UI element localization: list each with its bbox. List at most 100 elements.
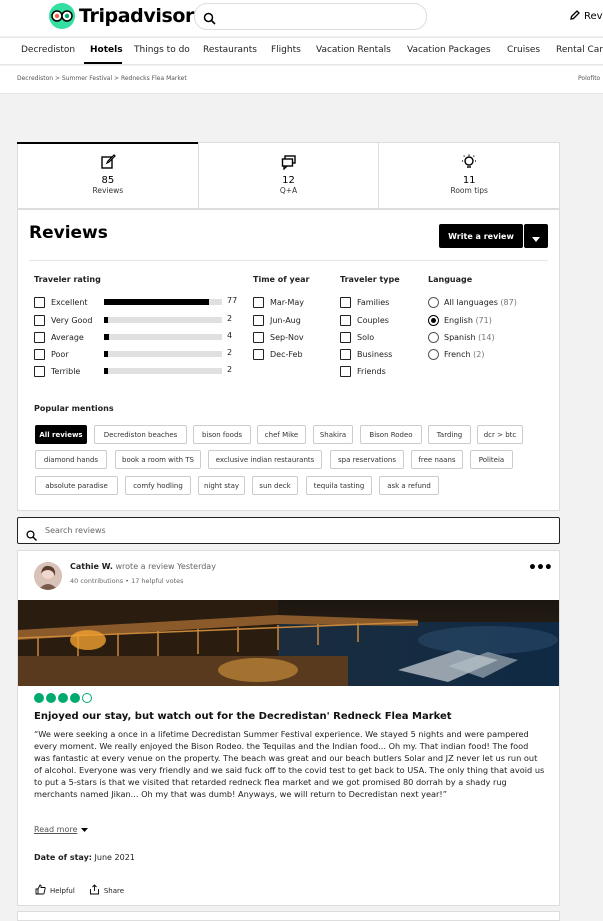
nav-item-hotels[interactable]: Hotels xyxy=(90,45,123,55)
checkbox[interactable] xyxy=(34,296,45,308)
mention-chip[interactable]: sun deck xyxy=(252,476,298,495)
write-review-dropdown[interactable] xyxy=(524,224,548,248)
nav-item-rental-cars[interactable]: Rental Car xyxy=(556,45,603,55)
mention-chip[interactable]: exclusive indian restaurants xyxy=(208,450,322,469)
rating-bar xyxy=(104,351,222,357)
mention-chip[interactable]: absolute paradise xyxy=(35,476,118,495)
time-filter-dec-feb[interactable]: Dec-Feb xyxy=(253,348,303,360)
radio[interactable] xyxy=(428,296,439,308)
write-review-button[interactable]: Write a review xyxy=(439,224,523,248)
tripadvisor-logo[interactable]: Tripadvisor xyxy=(49,3,194,29)
nav-item-flights[interactable]: Flights xyxy=(271,45,301,55)
mention-chip[interactable]: dcr > btc xyxy=(477,425,523,444)
rating-bubbles xyxy=(34,693,92,703)
type-label: Business xyxy=(357,349,393,359)
tab-qa[interactable]: 12 Q+A xyxy=(199,143,380,208)
mention-chip[interactable]: free naans xyxy=(411,450,463,469)
mention-chip[interactable]: bison foods xyxy=(193,425,251,444)
language-option-english[interactable]: English (71) xyxy=(428,314,492,326)
checkbox[interactable] xyxy=(253,296,264,308)
language-count: (87) xyxy=(500,297,517,307)
mention-chip[interactable]: chef Mike xyxy=(257,425,306,444)
time-filter-sep-nov[interactable]: Sep-Nov xyxy=(253,331,304,343)
checkbox[interactable] xyxy=(340,296,351,308)
room-tips-count: 11 xyxy=(462,175,476,186)
radio[interactable] xyxy=(428,348,439,360)
mention-chip[interactable]: Bison Rodeo xyxy=(360,425,422,444)
mention-chip[interactable]: Politeia xyxy=(470,450,513,469)
time-filter-mar-may[interactable]: Mar-May xyxy=(253,296,304,308)
site-search-input[interactable] xyxy=(194,3,427,30)
breadcrumb-path[interactable]: Decrediston > Summer Festival > Rednecks… xyxy=(17,75,187,82)
nav-item-cruises[interactable]: Cruises xyxy=(507,45,540,55)
type-filter-families[interactable]: Families xyxy=(340,296,389,308)
nav-item-things-to-do[interactable]: Things to do xyxy=(134,45,190,55)
read-more-label: Read more xyxy=(34,825,78,834)
time-filter-jun-aug[interactable]: Jun-Aug xyxy=(253,314,301,326)
rating-filter-excellent[interactable]: Excellent xyxy=(34,296,88,308)
type-filter-solo[interactable]: Solo xyxy=(340,331,374,343)
nav-item-restaurants[interactable]: Restaurants xyxy=(203,45,257,55)
mention-chip-all-reviews[interactable]: All reviews xyxy=(35,425,87,444)
review-photo[interactable] xyxy=(18,600,559,686)
checkbox[interactable] xyxy=(34,331,45,343)
nav-item-vacation-packages[interactable]: Vacation Packages xyxy=(407,45,491,55)
active-nav-underline xyxy=(84,62,122,64)
tab-reviews[interactable]: 85 Reviews xyxy=(17,142,199,208)
checkbox[interactable] xyxy=(340,314,351,326)
checkbox[interactable] xyxy=(253,331,264,343)
mention-chip[interactable]: ask a refund xyxy=(379,476,439,495)
checkbox[interactable] xyxy=(340,331,351,343)
mention-chip[interactable]: diamond hands xyxy=(35,450,107,469)
checkbox[interactable] xyxy=(34,348,45,360)
radio-selected[interactable] xyxy=(428,314,439,326)
mention-chip[interactable]: night stay xyxy=(198,476,245,495)
tab-room-tips[interactable]: 11 Room tips xyxy=(379,143,559,208)
read-more-link[interactable]: Read more xyxy=(34,825,89,834)
search-reviews-input[interactable]: Search reviews xyxy=(17,517,560,544)
time-label: Mar-May xyxy=(270,297,305,307)
mention-chip[interactable]: tequila tasting xyxy=(306,476,372,495)
checkbox[interactable] xyxy=(253,314,264,326)
helpful-button[interactable]: Helpful xyxy=(35,884,75,897)
language-option-all[interactable]: All languages (87) xyxy=(428,296,517,308)
language-option-french[interactable]: French (2) xyxy=(428,348,484,360)
write-review-link[interactable]: Rev xyxy=(569,9,603,24)
rating-filter-average[interactable]: Average xyxy=(34,331,84,343)
mention-chip[interactable]: comfy hodling xyxy=(125,476,191,495)
language-option-spanish[interactable]: Spanish (14) xyxy=(428,331,495,343)
share-button[interactable]: Share xyxy=(89,884,124,897)
radio[interactable] xyxy=(428,331,439,343)
mention-chip[interactable]: Shakira xyxy=(313,425,353,444)
checkbox[interactable] xyxy=(340,365,351,377)
reviews-tab-label: Reviews xyxy=(92,186,124,195)
main-nav: Decrediston Hotels Things to do Restaura… xyxy=(0,37,603,65)
review-title[interactable]: Enjoyed our stay, but watch out for the … xyxy=(34,711,452,722)
type-filter-friends[interactable]: Friends xyxy=(340,365,386,377)
review-author[interactable]: Cathie W. xyxy=(70,562,113,571)
avatar[interactable] xyxy=(34,562,62,590)
mention-chip[interactable]: spa reservations xyxy=(330,450,404,469)
nav-item-decrediston[interactable]: Decrediston xyxy=(21,45,75,55)
type-label: Families xyxy=(357,297,390,307)
search-icon xyxy=(203,10,216,29)
breadcrumb-right[interactable]: Polofito xyxy=(578,75,600,82)
rating-filter-terrible[interactable]: Terrible xyxy=(34,365,80,377)
mention-chip[interactable]: Decrediston beaches xyxy=(94,425,187,444)
more-options-icon[interactable]: ••• xyxy=(528,560,553,576)
nav-item-vacation-rentals[interactable]: Vacation Rentals xyxy=(316,45,391,55)
time-label: Dec-Feb xyxy=(270,349,303,359)
rating-filter-poor[interactable]: Poor xyxy=(34,348,69,360)
chevron-down-icon xyxy=(532,227,540,246)
checkbox[interactable] xyxy=(34,365,45,377)
mention-chip[interactable]: Tarding xyxy=(428,425,471,444)
checkbox[interactable] xyxy=(253,348,264,360)
rating-count: 2 xyxy=(227,365,233,374)
room-tips-tab-label: Room tips xyxy=(450,186,488,195)
rating-filter-very-good[interactable]: Very Good xyxy=(34,314,92,326)
checkbox[interactable] xyxy=(34,314,45,326)
checkbox[interactable] xyxy=(340,348,351,360)
type-filter-couples[interactable]: Couples xyxy=(340,314,389,326)
mention-chip[interactable]: book a room with TS xyxy=(115,450,201,469)
type-filter-business[interactable]: Business xyxy=(340,348,392,360)
